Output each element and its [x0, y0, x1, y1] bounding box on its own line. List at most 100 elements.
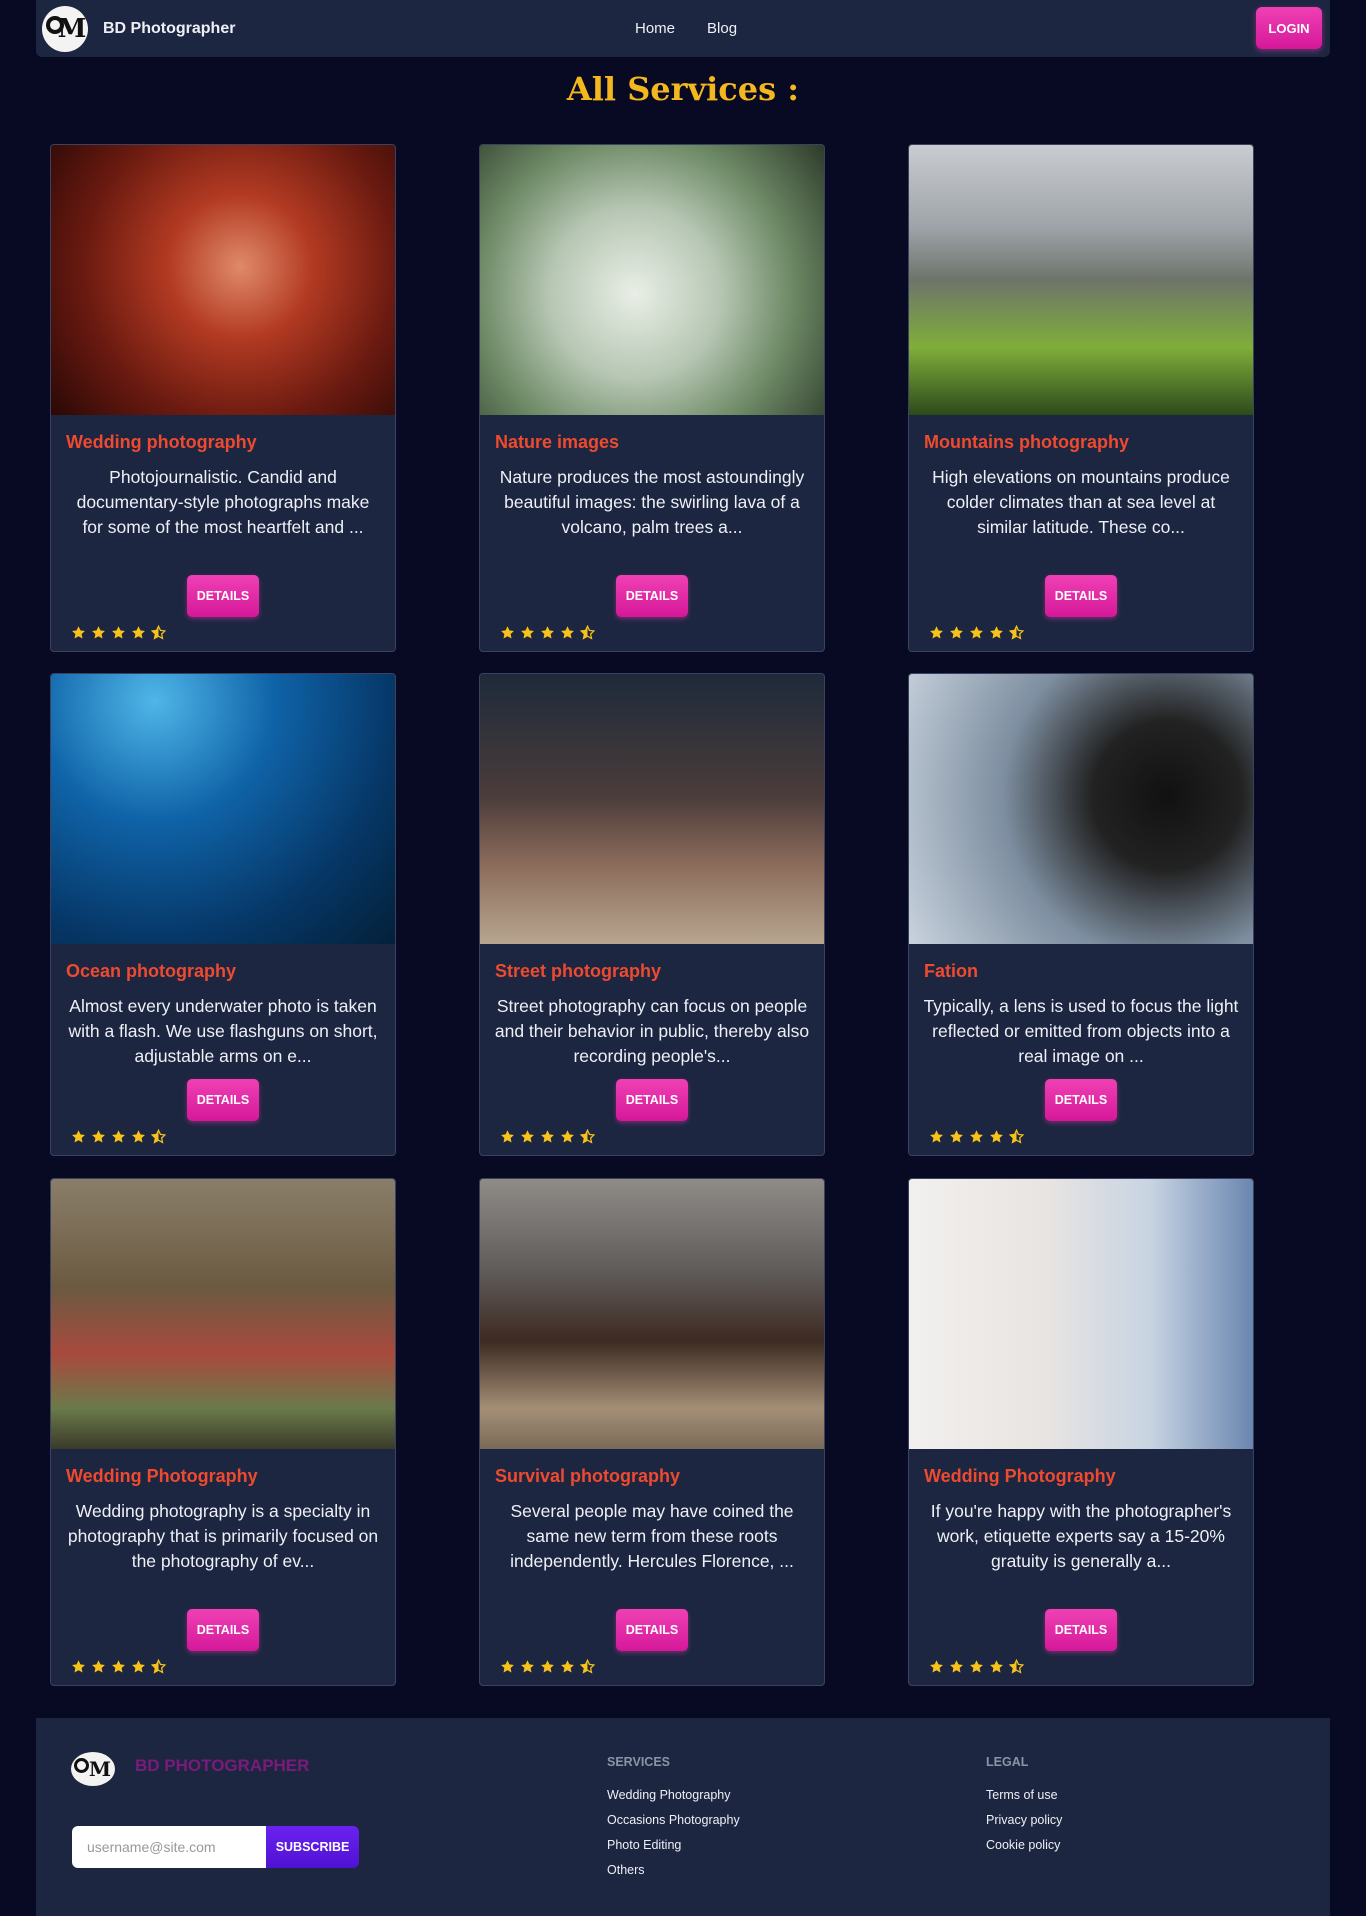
star-icon	[112, 1660, 125, 1673]
star-rating	[929, 1659, 1029, 1674]
star-icon	[92, 626, 105, 639]
subscribe-form: SUBSCRIBE	[72, 1826, 359, 1868]
footer-link-occasions[interactable]: Occasions Photography	[607, 1808, 740, 1833]
logo-icon: M	[42, 5, 88, 52]
details-button[interactable]: DETAILS	[187, 1609, 259, 1651]
footer-link-photo-editing[interactable]: Photo Editing	[607, 1833, 740, 1858]
star-icon	[970, 1660, 983, 1673]
legal-column: LEGAL Terms of use Privacy policy Cookie…	[986, 1755, 1062, 1858]
service-title: Ocean photography	[66, 961, 237, 981]
star-half-icon	[151, 1659, 166, 1674]
star-icon	[930, 626, 943, 639]
service-description: Street photography can focus on people a…	[494, 996, 810, 1066]
star-icon	[950, 626, 963, 639]
service-title: Survival photography	[495, 1466, 681, 1486]
star-icon	[970, 1130, 983, 1143]
footer-link-terms[interactable]: Terms of use	[986, 1783, 1062, 1808]
star-rating	[500, 625, 600, 640]
service-image	[480, 1179, 824, 1449]
login-button[interactable]: LOGIN	[1256, 7, 1322, 49]
footer-link-others[interactable]: Others	[607, 1858, 740, 1883]
star-icon	[72, 626, 85, 639]
star-icon	[501, 1130, 514, 1143]
details-button[interactable]: DETAILS	[1045, 575, 1117, 617]
services-column: SERVICES Wedding Photography Occasions P…	[607, 1755, 740, 1883]
star-icon	[561, 1660, 574, 1673]
service-card: Ocean photography Almost every underwater…	[50, 673, 396, 1156]
details-button[interactable]: DETAILS	[1045, 1609, 1117, 1651]
details-button[interactable]: DETAILS	[187, 1079, 259, 1121]
brand[interactable]: M BD Photographer	[42, 5, 236, 52]
details-button[interactable]: DETAILS	[616, 575, 688, 617]
service-image	[51, 145, 395, 415]
star-icon	[541, 1660, 554, 1673]
service-card: Wedding Photography Wedding photography i…	[50, 1178, 396, 1686]
footer-link-wedding[interactable]: Wedding Photography	[607, 1783, 740, 1808]
nav-blog-link[interactable]: Blog	[707, 20, 737, 37]
service-card: Street photography Street photography can…	[479, 673, 825, 1156]
service-image	[51, 1179, 395, 1449]
star-icon	[501, 1660, 514, 1673]
service-title: Wedding Photography	[66, 1466, 258, 1486]
star-rating	[500, 1129, 600, 1144]
star-icon	[930, 1660, 943, 1673]
service-title: Fation	[924, 961, 978, 981]
star-icon	[930, 1130, 943, 1143]
email-field[interactable]	[72, 1826, 266, 1868]
star-rating	[71, 1129, 171, 1144]
star-icon	[501, 626, 514, 639]
footer-link-privacy[interactable]: Privacy policy	[986, 1808, 1062, 1833]
star-half-icon	[1009, 1129, 1024, 1144]
details-button[interactable]: DETAILS	[1045, 1079, 1117, 1121]
footer-link-cookie[interactable]: Cookie policy	[986, 1833, 1062, 1858]
service-card: Fation Typically, a lens is used to focus…	[908, 673, 1254, 1156]
services-heading: SERVICES	[607, 1755, 670, 1769]
star-icon	[112, 626, 125, 639]
star-icon	[990, 1130, 1003, 1143]
nav-links: Home Blog	[635, 0, 769, 57]
star-half-icon	[1009, 625, 1024, 640]
service-description: Photojournalistic. Candid and documentar…	[76, 467, 370, 537]
service-card: Mountains photography High elevations on …	[908, 144, 1254, 652]
footer-brand: BD PHOTOGRAPHER	[135, 1756, 310, 1775]
details-button[interactable]: DETAILS	[187, 575, 259, 617]
details-button[interactable]: DETAILS	[616, 1609, 688, 1651]
star-icon	[561, 1130, 574, 1143]
nav-home-link[interactable]: Home	[635, 20, 675, 37]
service-title: Wedding Photography	[924, 1466, 1116, 1486]
service-image	[480, 674, 824, 944]
star-icon	[521, 1660, 534, 1673]
service-title: Mountains photography	[924, 432, 1129, 452]
service-image	[909, 1179, 1253, 1449]
star-icon	[132, 1660, 145, 1673]
star-icon	[970, 626, 983, 639]
service-image	[480, 145, 824, 415]
star-icon	[132, 1130, 145, 1143]
service-description: Wedding photography is a specialty in ph…	[67, 1501, 379, 1571]
star-icon	[132, 626, 145, 639]
subscribe-button[interactable]: SUBSCRIBE	[266, 1826, 359, 1868]
star-rating	[500, 1659, 600, 1674]
service-image	[51, 674, 395, 944]
star-icon	[950, 1660, 963, 1673]
star-rating	[929, 1129, 1029, 1144]
star-icon	[990, 626, 1003, 639]
star-rating	[929, 625, 1029, 640]
star-icon	[521, 1130, 534, 1143]
service-card: Nature images Nature produces the most as…	[479, 144, 825, 652]
star-half-icon	[1009, 1659, 1024, 1674]
star-icon	[92, 1660, 105, 1673]
service-title: Wedding photography	[66, 432, 257, 452]
service-title: Nature images	[495, 432, 620, 452]
star-icon	[541, 1130, 554, 1143]
service-description: Nature produces the most astoundingly be…	[499, 467, 805, 537]
service-image	[909, 674, 1253, 944]
star-half-icon	[151, 625, 166, 640]
star-rating	[71, 1659, 171, 1674]
details-button[interactable]: DETAILS	[616, 1079, 688, 1121]
brand-name: BD Photographer	[103, 19, 236, 37]
star-icon	[541, 626, 554, 639]
service-description: Several people may have coined the same …	[510, 1501, 794, 1571]
star-half-icon	[580, 1659, 595, 1674]
star-icon	[92, 1130, 105, 1143]
